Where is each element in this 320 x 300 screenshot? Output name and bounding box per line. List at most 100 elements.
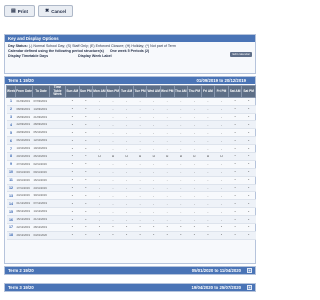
week-number-link[interactable]: 17 — [6, 223, 16, 232]
day-status-cell[interactable]: - — [92, 105, 107, 114]
day-status-cell[interactable]: - — [214, 160, 229, 169]
day-status-cell[interactable]: - — [133, 215, 147, 225]
day-status-cell[interactable]: - — [174, 144, 188, 154]
day-status-cell[interactable]: - — [201, 160, 215, 169]
day-status-cell[interactable]: - — [174, 128, 188, 138]
day-status-cell[interactable]: - — [174, 105, 188, 114]
day-status-cell[interactable]: * — [79, 113, 93, 122]
day-status-cell[interactable]: - — [160, 168, 174, 177]
day-status-cell[interactable]: - — [119, 136, 134, 146]
day-status-cell[interactable]: * — [228, 144, 242, 154]
day-status-cell[interactable]: * — [160, 223, 174, 232]
expand-icon[interactable]: + — [247, 268, 252, 273]
day-status-cell[interactable]: * — [241, 191, 256, 201]
day-status-cell[interactable]: - — [187, 191, 202, 201]
week-number-link[interactable]: 15 — [6, 207, 16, 217]
day-status-cell[interactable]: - — [146, 128, 161, 138]
day-status-cell[interactable]: - — [119, 199, 134, 209]
day-status-cell[interactable]: - — [187, 160, 202, 169]
day-status-cell[interactable]: * — [146, 223, 161, 232]
day-status-cell[interactable]: - — [187, 120, 202, 130]
day-status-cell[interactable]: - — [201, 168, 215, 177]
day-status-cell[interactable]: * — [241, 223, 256, 232]
day-status-cell[interactable]: - — [92, 113, 107, 122]
day-status-cell[interactable]: * — [228, 199, 242, 209]
day-status-cell[interactable]: * — [160, 231, 174, 240]
day-status-cell[interactable]: - — [174, 97, 188, 106]
week-number-link[interactable]: 2 — [6, 105, 16, 114]
day-status-cell[interactable]: * — [241, 152, 256, 161]
day-status-cell[interactable]: * — [106, 231, 120, 240]
day-status-cell[interactable]: - — [187, 199, 202, 209]
week-number-link[interactable]: 3 — [6, 113, 16, 122]
day-status-cell[interactable]: - — [160, 120, 174, 130]
day-status-cell[interactable]: * — [119, 231, 134, 240]
day-status-cell[interactable]: * — [228, 120, 242, 130]
day-status-cell[interactable]: - — [133, 128, 147, 138]
day-status-cell[interactable]: * — [228, 168, 242, 177]
day-status-cell[interactable]: * — [79, 105, 93, 114]
day-status-cell[interactable]: H — [187, 152, 202, 161]
day-status-cell[interactable]: - — [214, 215, 229, 225]
day-status-cell[interactable]: * — [65, 97, 80, 106]
day-status-cell[interactable]: - — [92, 168, 107, 177]
day-status-cell[interactable]: - — [92, 128, 107, 138]
day-status-cell[interactable]: * — [201, 223, 215, 232]
day-status-cell[interactable]: - — [160, 144, 174, 154]
day-status-cell[interactable]: * — [228, 113, 242, 122]
day-status-cell[interactable]: * — [65, 113, 80, 122]
day-status-cell[interactable]: - — [146, 207, 161, 217]
day-status-cell[interactable]: - — [160, 191, 174, 201]
day-status-cell[interactable]: * — [65, 231, 80, 240]
day-status-cell[interactable]: - — [133, 168, 147, 177]
day-status-cell[interactable]: * — [228, 128, 242, 138]
week-number-link[interactable]: 13 — [6, 191, 16, 201]
day-status-cell[interactable]: H — [133, 152, 147, 161]
day-status-cell[interactable]: - — [106, 97, 120, 106]
day-status-cell[interactable]: - — [106, 191, 120, 201]
day-status-cell[interactable]: * — [228, 136, 242, 146]
day-status-cell[interactable]: - — [106, 199, 120, 209]
day-status-cell[interactable]: - — [214, 207, 229, 217]
day-status-cell[interactable]: * — [79, 160, 93, 169]
day-status-cell[interactable]: - — [92, 97, 107, 106]
term-1-header[interactable]: Term 1 19/20 01/09/2019 to 20/12/2019 — [5, 77, 255, 84]
day-status-cell[interactable]: * — [79, 144, 93, 154]
day-status-cell[interactable]: * — [79, 207, 93, 217]
day-status-cell[interactable]: * — [79, 120, 93, 130]
day-status-cell[interactable]: - — [92, 120, 107, 130]
day-status-cell[interactable]: * — [241, 144, 256, 154]
day-status-cell[interactable]: * — [79, 191, 93, 201]
day-status-cell[interactable]: - — [92, 184, 107, 193]
day-status-cell[interactable]: - — [106, 160, 120, 169]
day-status-cell[interactable]: - — [174, 136, 188, 146]
day-status-cell[interactable]: - — [106, 144, 120, 154]
day-status-cell[interactable]: - — [160, 105, 174, 114]
day-status-cell[interactable]: - — [119, 144, 134, 154]
day-status-cell[interactable]: * — [214, 231, 229, 240]
day-status-cell[interactable]: - — [174, 191, 188, 201]
day-status-cell[interactable]: * — [65, 128, 80, 138]
day-status-cell[interactable]: - — [106, 136, 120, 146]
day-status-cell[interactable]: - — [146, 144, 161, 154]
day-status-cell[interactable]: - — [187, 144, 202, 154]
day-status-cell[interactable]: * — [79, 215, 93, 225]
week-number-link[interactable]: 10 — [6, 168, 16, 177]
day-status-cell[interactable]: * — [241, 97, 256, 106]
day-status-cell[interactable]: - — [174, 120, 188, 130]
edit-calendar-button[interactable]: Edit calendar — [230, 52, 252, 57]
day-status-cell[interactable]: - — [160, 199, 174, 209]
day-status-cell[interactable]: - — [92, 215, 107, 225]
day-status-cell[interactable]: * — [119, 223, 134, 232]
day-status-cell[interactable]: * — [241, 231, 256, 240]
day-status-cell[interactable]: - — [92, 191, 107, 201]
day-status-cell[interactable]: * — [241, 199, 256, 209]
day-status-cell[interactable]: - — [214, 128, 229, 138]
day-status-cell[interactable]: * — [241, 120, 256, 130]
day-status-cell[interactable]: * — [79, 199, 93, 209]
day-status-cell[interactable]: * — [228, 184, 242, 193]
day-status-cell[interactable]: * — [79, 231, 93, 240]
day-status-cell[interactable]: * — [65, 136, 80, 146]
day-status-cell[interactable]: - — [201, 105, 215, 114]
day-status-cell[interactable]: - — [133, 207, 147, 217]
